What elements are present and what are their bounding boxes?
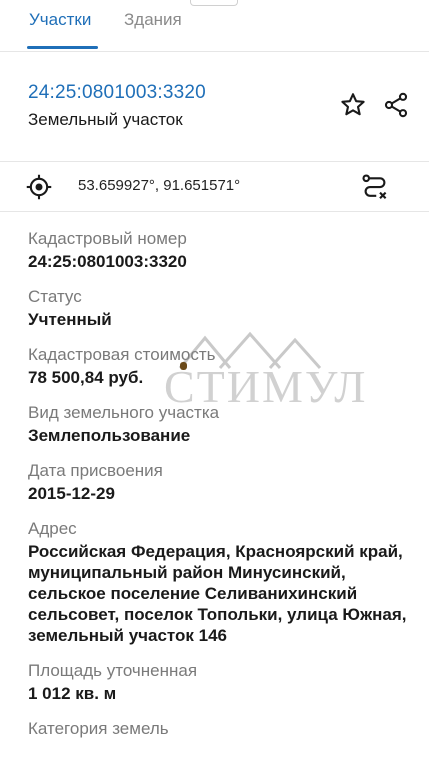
tab-buildings[interactable]: Здания	[124, 10, 182, 30]
share-button[interactable]	[381, 90, 411, 120]
share-icon	[384, 92, 408, 118]
field-value: Учтенный	[28, 310, 112, 329]
object-type: Земельный участок	[28, 110, 183, 129]
locate-button[interactable]	[24, 172, 54, 202]
field-parcel-kind: Вид земельного участка Землепользование	[28, 402, 408, 446]
object-header: 24:25:0801003:3320 Земельный участок	[0, 52, 429, 162]
field-label: Кадастровый номер	[28, 229, 187, 248]
field-cadastral-number: Кадастровый номер 24:25:0801003:3320	[28, 228, 408, 272]
field-value: 2015-12-29	[28, 484, 115, 503]
field-area: Площадь уточненная 1 012 кв. м	[28, 660, 408, 704]
field-cadastral-value: Кадастровая стоимость 78 500,84 руб.	[28, 344, 408, 388]
field-assigned-date: Дата присвоения 2015-12-29	[28, 460, 408, 504]
field-label: Категория земель	[28, 719, 169, 738]
field-value: 78 500,84 руб.	[28, 368, 144, 387]
field-label: Адрес	[28, 519, 77, 538]
field-label: Дата присвоения	[28, 461, 163, 480]
cadastral-number-link[interactable]: 24:25:0801003:3320	[28, 82, 206, 104]
insect-speck	[180, 362, 187, 370]
tab-bar: Участки Здания	[0, 0, 429, 52]
top-handle	[190, 0, 238, 6]
coordinates-bar: 53.659927°, 91.651571°	[0, 162, 429, 212]
field-label: Кадастровая стоимость	[28, 345, 216, 364]
field-status: Статус Учтенный	[28, 286, 408, 330]
field-address: Адрес Российская Федерация, Красноярский…	[28, 518, 408, 646]
crosshair-icon	[26, 174, 52, 200]
field-value: Землепользование	[28, 426, 191, 445]
favorite-button[interactable]	[338, 90, 368, 120]
field-value: Российская Федерация, Красноярский край,…	[28, 542, 407, 645]
route-icon	[362, 174, 387, 200]
details-list: Кадастровый номер 24:25:0801003:3320 Ста…	[28, 228, 408, 754]
field-value: 24:25:0801003:3320	[28, 252, 187, 271]
star-outline-icon	[341, 93, 365, 116]
active-tab-indicator	[27, 46, 98, 49]
field-value: 1 012 кв. м	[28, 684, 117, 703]
field-label: Вид земельного участка	[28, 403, 220, 422]
field-label: Площадь уточненная	[28, 661, 198, 680]
field-label: Статус	[28, 287, 82, 306]
field-land-category: Категория земель	[28, 718, 408, 740]
route-button[interactable]	[360, 172, 390, 202]
coordinates-text: 53.659927°, 91.651571°	[78, 177, 241, 194]
tab-parcels[interactable]: Участки	[29, 10, 91, 30]
